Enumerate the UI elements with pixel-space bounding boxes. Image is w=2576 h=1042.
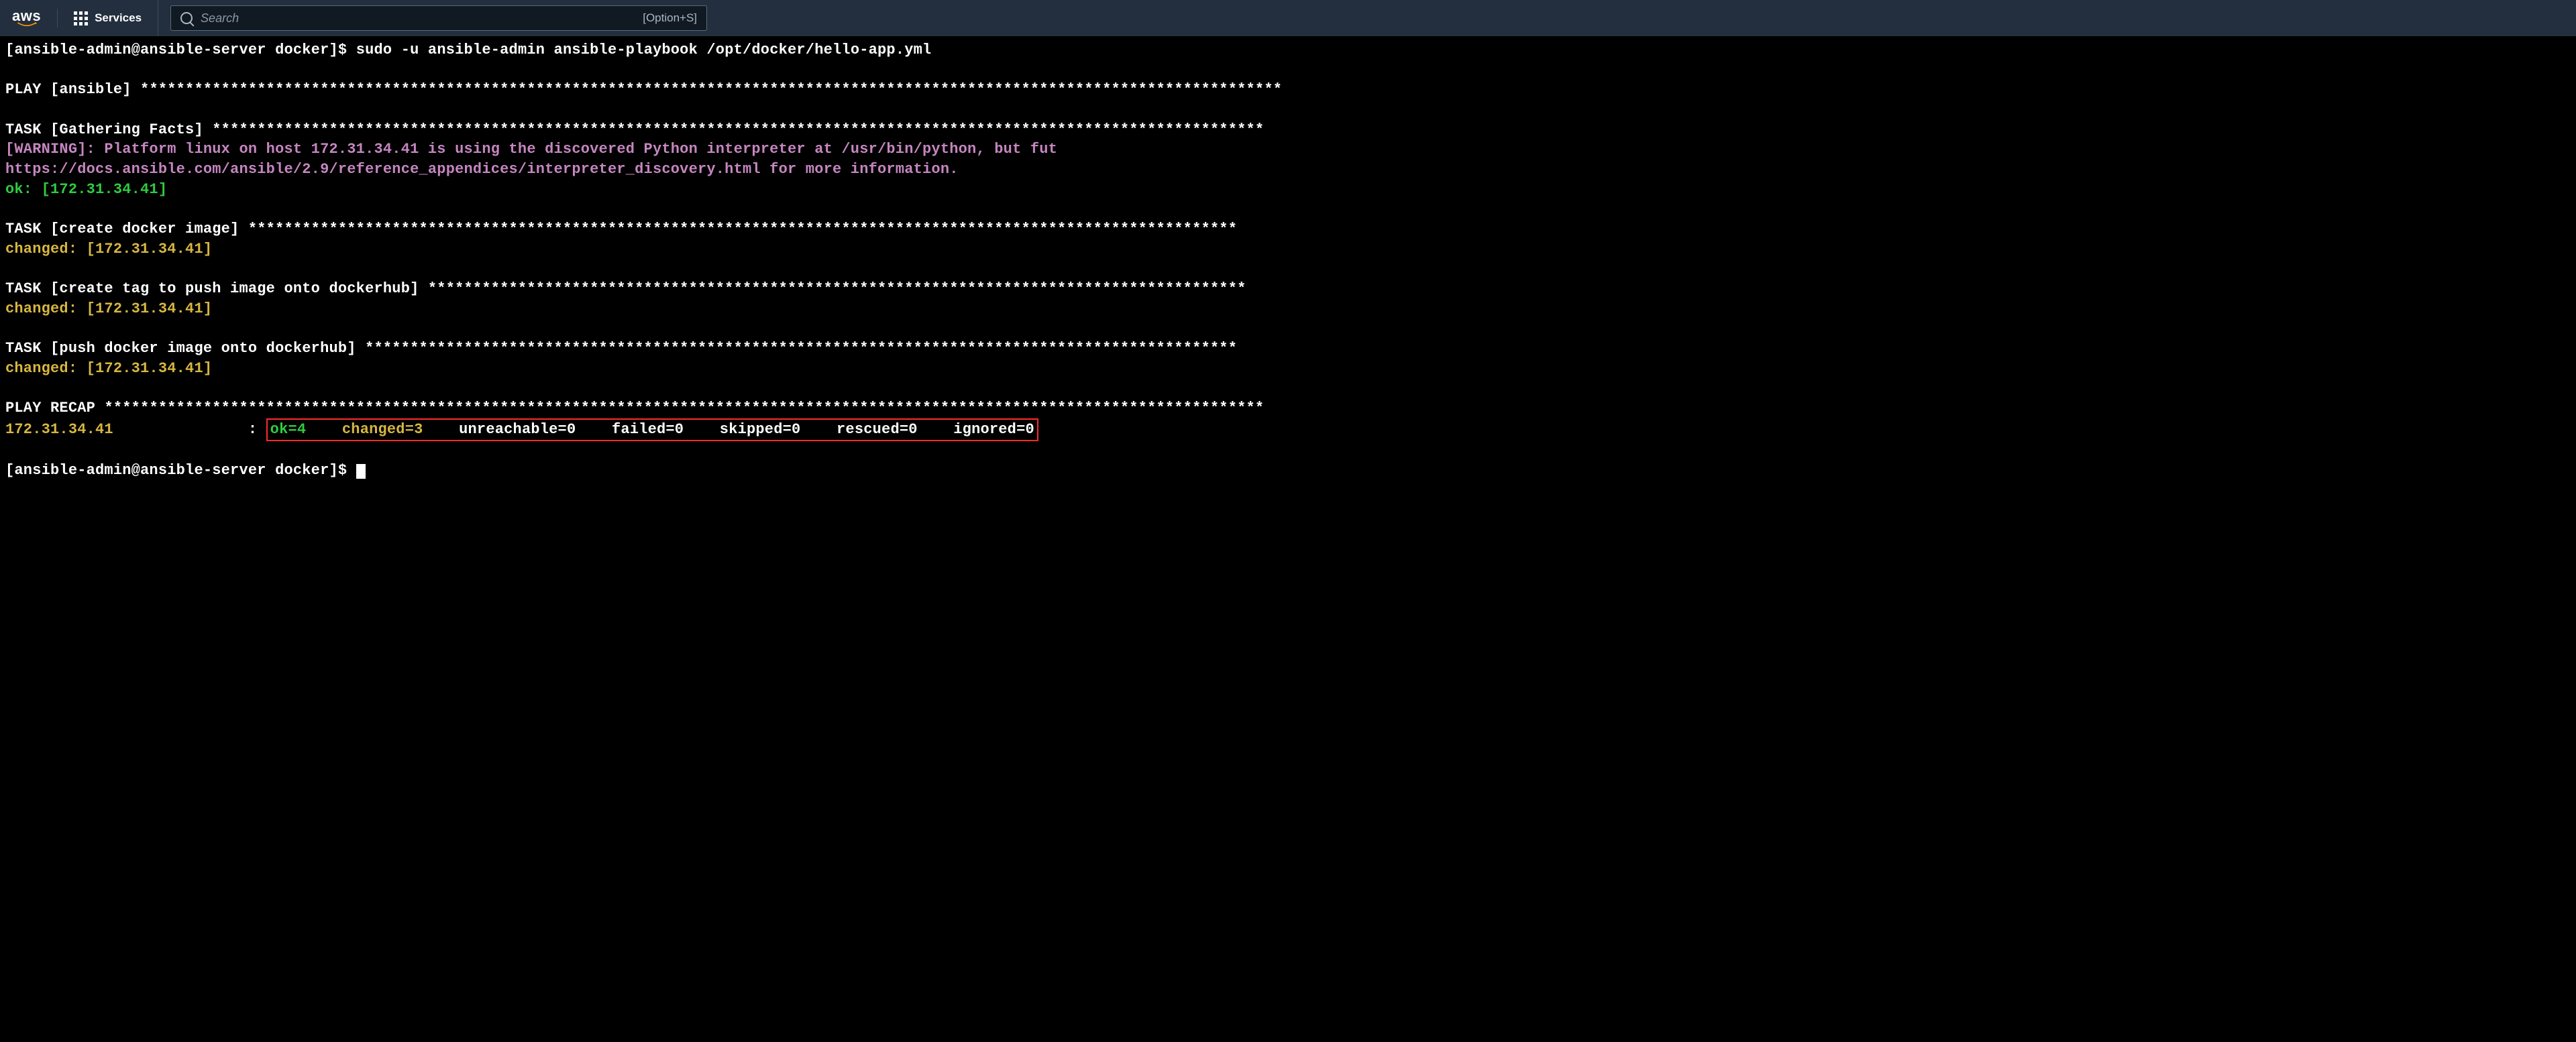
terminal-output[interactable]: [ansible-admin@ansible-server docker]$ s… xyxy=(0,36,2576,485)
recap-changed: changed=3 xyxy=(342,421,423,438)
task-create-image-stars: ****************************************… xyxy=(248,221,1237,237)
recap-skipped: skipped=0 xyxy=(720,421,801,438)
recap-host: 172.31.34.41 xyxy=(5,421,113,438)
changed-host-line-2: changed: [172.31.34.41] xyxy=(5,300,212,317)
search-input[interactable] xyxy=(201,11,635,25)
changed-host-line-1: changed: [172.31.34.41] xyxy=(5,241,212,257)
recap-unreachable: unreachable=0 xyxy=(459,421,576,438)
search-shortcut-hint: [Option+S] xyxy=(643,11,697,26)
warning-line-2: https://docs.ansible.com/ansible/2.9/ref… xyxy=(5,161,959,178)
shell-prompt: [ansible-admin@ansible-server docker]$ xyxy=(5,42,347,58)
search-icon xyxy=(180,12,193,24)
play-recap-header: PLAY RECAP xyxy=(5,400,104,416)
play-stars: ****************************************… xyxy=(140,81,1282,98)
services-button[interactable]: Services xyxy=(58,0,158,36)
ok-host-line: ok: [172.31.34.41] xyxy=(5,181,167,198)
cursor xyxy=(356,464,366,479)
services-label: Services xyxy=(95,11,142,26)
warning-line-1: [WARNING]: Platform linux on host 172.31… xyxy=(5,141,1057,158)
aws-top-nav: aws Services [Option+S] xyxy=(0,0,2576,36)
recap-ok: ok=4 xyxy=(270,421,307,438)
task-push-image-stars: ****************************************… xyxy=(365,340,1237,357)
task-gathering-header: TASK [Gathering Facts] xyxy=(5,121,212,138)
task-push-image-header: TASK [push docker image onto dockerhub] xyxy=(5,340,365,357)
changed-host-line-3: changed: [172.31.34.41] xyxy=(5,360,212,377)
recap-failed: failed=0 xyxy=(612,421,684,438)
recap-highlight-box: ok=4 changed=3 unreachable=0 failed=0 sk… xyxy=(266,418,1038,441)
task-create-tag-stars: ****************************************… xyxy=(428,280,1246,297)
services-grid-icon xyxy=(74,11,88,25)
aws-logo-text: aws xyxy=(12,9,41,23)
aws-smile-icon xyxy=(15,22,39,27)
recap-ignored: ignored=0 xyxy=(953,421,1034,438)
command-text: sudo -u ansible-admin ansible-playbook /… xyxy=(356,42,932,58)
task-create-tag-header: TASK [create tag to push image onto dock… xyxy=(5,280,428,297)
aws-logo[interactable]: aws xyxy=(12,9,58,27)
recap-rescued: rescued=0 xyxy=(837,421,918,438)
shell-prompt-end: [ansible-admin@ansible-server docker]$ xyxy=(5,462,347,479)
search-box[interactable]: [Option+S] xyxy=(170,5,707,31)
play-recap-stars: ****************************************… xyxy=(104,400,1264,416)
play-header: PLAY [ansible] xyxy=(5,81,140,98)
task-gathering-stars: ****************************************… xyxy=(212,121,1264,138)
task-create-image-header: TASK [create docker image] xyxy=(5,221,248,237)
